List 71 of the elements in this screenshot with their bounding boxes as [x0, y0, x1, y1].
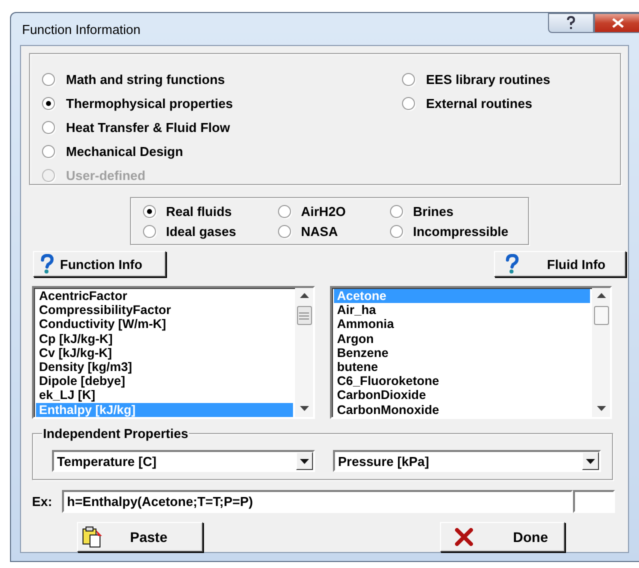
done-button[interactable]: Done — [440, 522, 565, 552]
function-item[interactable]: Density [kg/m3] — [36, 360, 293, 374]
function-item[interactable]: AcentricFactor — [36, 289, 293, 304]
radio-label[interactable]: Thermophysical properties — [66, 96, 233, 110]
example-field[interactable]: h=Enthalpy(Acetone;T=T;P=P) — [62, 490, 573, 513]
radio-label[interactable]: NASA — [301, 224, 338, 238]
fluid-info-button[interactable]: Fluid Info — [494, 251, 626, 277]
clipboard-icon — [82, 526, 104, 548]
radio-button[interactable] — [278, 204, 291, 218]
question-mark-icon — [505, 254, 519, 274]
radio-button[interactable] — [42, 120, 55, 134]
scroll-thumb[interactable] — [296, 306, 312, 325]
scroll-bar[interactable] — [592, 288, 610, 417]
radio-button[interactable] — [143, 224, 156, 238]
radio-label[interactable]: Incompressible — [413, 224, 508, 238]
radio-button[interactable] — [402, 72, 415, 86]
radio-button[interactable] — [390, 224, 403, 238]
fluid-item[interactable]: CarbonMonoxide — [334, 402, 590, 417]
scroll-bar[interactable] — [295, 288, 313, 417]
window-title: Function Information — [22, 22, 141, 37]
scroll-down-icon[interactable] — [596, 406, 606, 411]
fluid-item[interactable]: Benzene — [334, 346, 590, 360]
scroll-up-icon[interactable] — [596, 293, 606, 298]
dropdown-arrow-icon — [586, 458, 595, 464]
radio-label[interactable]: Ideal gases — [166, 224, 236, 238]
radio-button[interactable] — [278, 224, 291, 238]
radio-label[interactable]: External routines — [426, 96, 532, 110]
function-item[interactable]: Cp [kJ/kg-K] — [36, 332, 293, 346]
function-item[interactable]: Dipole [debye] — [36, 374, 293, 388]
fluid-item[interactable]: Ammonia — [334, 317, 590, 332]
fluid-list[interactable]: Acetone Air_ha Ammonia Argon Benzene butene C6_Fluoroketone CarbonDioxide CarbonMonoxide — [330, 286, 612, 419]
radio-button[interactable] — [42, 144, 55, 158]
radio-button[interactable] — [402, 96, 415, 110]
function-info-button[interactable]: Function Info — [33, 251, 166, 277]
radio-label[interactable]: EES library routines — [426, 72, 550, 86]
radio-button[interactable] — [143, 204, 156, 218]
fluid-item[interactable]: CarbonDioxide — [334, 388, 590, 402]
x-mark-icon — [455, 528, 473, 546]
fluid-item[interactable]: C6_Fluoroketone — [334, 374, 590, 388]
function-list[interactable]: AcentricFactor CompressibilityFactor Conductivity [W/m-K] Cp [kJ/kg-K] Cv [kJ/kg-K] Density [kg/m3] Dipole [debye] ek_LJ [K] Enthalpy [kJ/kg] — [32, 286, 315, 419]
radio-label[interactable]: AirH2O — [301, 204, 346, 218]
radio-label[interactable]: Brines — [413, 204, 454, 218]
radio-button[interactable] — [42, 72, 55, 86]
help-button[interactable] — [548, 13, 594, 33]
scroll-up-icon[interactable] — [300, 293, 308, 298]
question-mark-icon — [566, 16, 576, 30]
radio-label[interactable]: Heat Transfer & Fluid Flow — [66, 120, 230, 134]
dropdown-arrow-icon — [300, 458, 309, 464]
group-title: Independent Properties — [42, 426, 190, 441]
scroll-down-icon[interactable] — [300, 406, 308, 411]
function-item[interactable]: ek_LJ [K] — [36, 388, 293, 402]
radio-label[interactable]: Math and string functions — [66, 72, 225, 86]
example-label: Ex: — [32, 494, 54, 509]
dropdown[interactable]: Pressure [kPa] — [333, 450, 601, 472]
input-field[interactable] — [573, 490, 615, 513]
fluid-item[interactable]: Argon — [334, 332, 590, 346]
close-button[interactable] — [594, 13, 639, 33]
function-item[interactable]: CompressibilityFactor — [36, 303, 293, 318]
radio-button[interactable] — [390, 204, 403, 218]
radio-button[interactable] — [42, 96, 55, 110]
function-item[interactable]: Cv [kJ/kg-K] — [36, 346, 293, 360]
radio-label[interactable]: Mechanical Design — [66, 144, 184, 158]
fluid-item[interactable]: butene — [334, 360, 590, 374]
scroll-thumb[interactable] — [594, 306, 608, 325]
close-icon — [612, 18, 624, 28]
dropdown[interactable]: Temperature [C] — [52, 450, 315, 472]
function-item[interactable]: Conductivity [W/m-K] — [36, 317, 293, 332]
paste-button[interactable]: Paste — [77, 522, 203, 552]
radio-label[interactable]: Real fluids — [166, 204, 232, 218]
fluid-item[interactable]: Air_ha — [334, 303, 590, 318]
question-mark-icon — [40, 254, 54, 274]
